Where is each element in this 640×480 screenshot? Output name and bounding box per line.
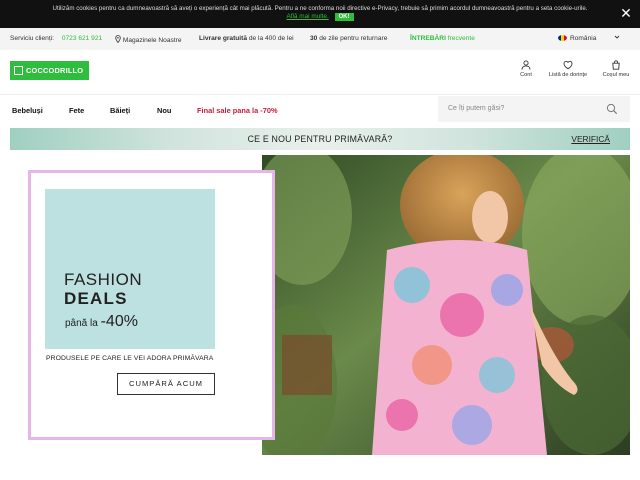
faq-link[interactable]: ÎNTREBĂRI frecvente [410,35,475,42]
shop-now-button[interactable]: CUMPĂRĂ ACUM [117,373,215,395]
logo-mark-icon [14,66,23,75]
deal-title-line2: DEALS [64,289,128,308]
phone-link[interactable]: 0723 621 921 [62,35,102,42]
customer-service: Serviciu clienți: 0723 621 921 [10,35,103,42]
search-icon[interactable] [606,102,618,120]
promo-strip-text: CE E NOU PENTRU PRIMĂVARĂ? [247,134,393,144]
cookie-actions: Află mai multe. OK! [0,13,640,21]
free-delivery-info: Livrare gratuită de la 400 de lei [199,35,294,42]
chevron-down-icon[interactable] [614,34,620,42]
stores-link[interactable]: Magazinele Noastre [115,35,182,44]
nav-item-nou[interactable]: Nou [157,106,171,115]
nav-item-baieti[interactable]: Băieți [110,106,130,115]
hero-tagline: PRODUSELE PE CARE LE VEI ADORA PRIMĂVARA [46,355,214,362]
fashion-deals-box[interactable]: FASHION DEALS până la -40% [45,189,215,349]
nav-item-bebelusi[interactable]: Bebeluși [12,106,43,115]
hero-image[interactable] [262,155,630,455]
account-button[interactable]: Cont [515,60,537,78]
cart-button[interactable]: Coșul meu [600,60,632,78]
shopping-bag-icon [612,60,620,70]
heart-icon [563,60,573,70]
cookie-more-link[interactable]: Află mai multe. [286,13,328,20]
logo[interactable]: COCCODRILLO [10,61,89,80]
top-info-bar: Serviciu clienți: 0723 621 921 Magazinel… [0,28,640,50]
cookie-text: Utilizăm cookies pentru ca dumneavoastră… [52,5,588,12]
wishlist-button[interactable]: Listă de dorințe [545,60,591,78]
promo-strip[interactable]: CE E NOU PENTRU PRIMĂVARĂ? VERIFICĂ [10,128,630,150]
search-input[interactable]: Ce îți putem găsi? [438,96,630,122]
cookie-banner: Utilizăm cookies pentru ca dumneavoastră… [0,0,640,28]
search-placeholder: Ce îți putem găsi? [448,105,505,112]
cookie-ok-button[interactable]: OK! [334,13,354,21]
returns-info: 30 de zile pentru returnare [310,35,388,42]
deal-discount: până la -40% [65,313,138,330]
promo-strip-link[interactable]: VERIFICĂ [571,134,610,144]
deal-title-line1: FASHION [64,270,143,289]
user-icon [521,60,531,70]
country-selector[interactable]: România [558,35,596,42]
location-pin-icon [115,35,121,44]
close-icon[interactable]: ✕ [619,6,633,20]
romania-flag-icon [558,35,567,41]
nav-item-sale[interactable]: Final sale pana la -70% [197,106,278,115]
nav-item-fete[interactable]: Fete [69,106,84,115]
